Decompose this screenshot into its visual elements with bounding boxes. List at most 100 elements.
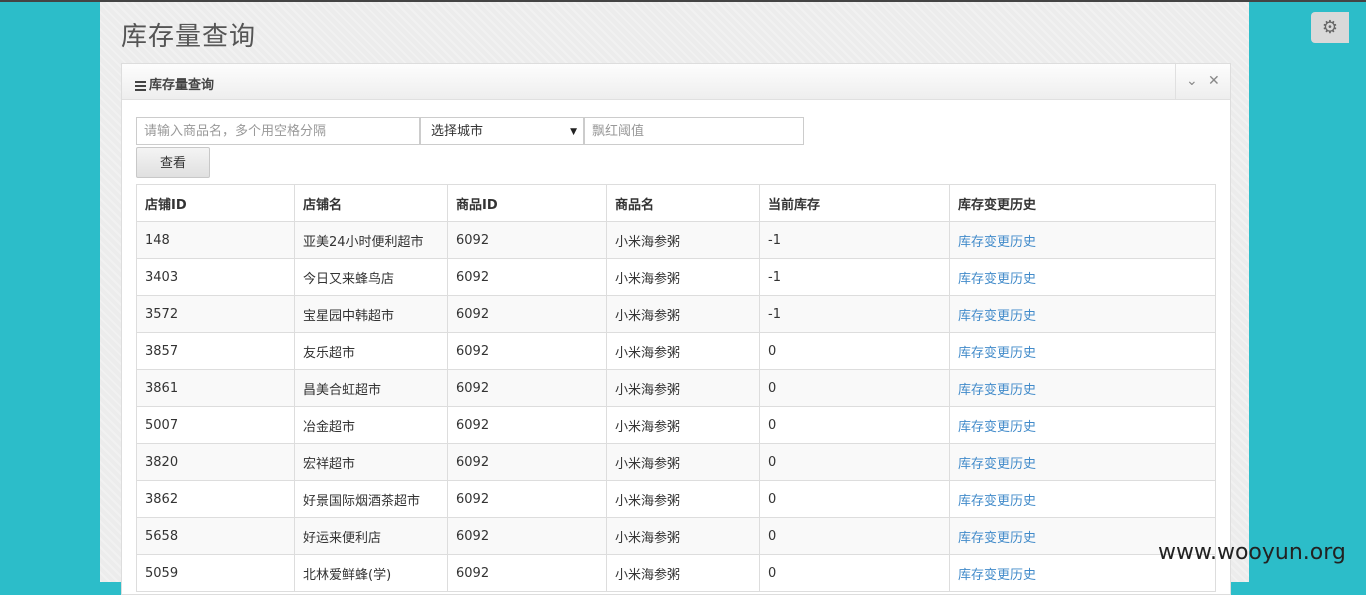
history-link[interactable]: 库存变更历史	[958, 457, 1036, 472]
table-cell: 北林爱鲜蜂(学)	[294, 554, 448, 592]
table-cell: 0	[759, 554, 950, 592]
table-cell: 昌美合虹超市	[294, 369, 448, 407]
inventory-table: 店铺ID 店铺名 商品ID 商品名 当前库存 库存变更历史 148 亚美24小时便利超市 60…	[136, 184, 1216, 592]
inventory-panel: 库存量查询 ⌄ ✕ 请输入商品名，多个用空格分隔 选择城市 ▼ 飘红阈值 查看 …	[121, 63, 1231, 595]
table-cell: 小米海参粥	[606, 295, 760, 333]
history-link[interactable]: 库存变更历史	[958, 383, 1036, 398]
table-cell: 小米海参粥	[606, 406, 760, 444]
panel-title-wrap: 库存量查询	[135, 74, 214, 93]
table-cell: 好运来便利店	[294, 517, 448, 555]
table-cell: 小米海参粥	[606, 369, 760, 407]
table-row: 3403 今日又来蜂鸟店 6092 小米海参粥 -1 库存变更历史	[136, 258, 1216, 296]
table-cell: 0	[759, 406, 950, 444]
gears-icon[interactable]: ⚙	[1311, 12, 1349, 43]
table-cell: 5658	[136, 517, 295, 555]
column-header: 商品ID	[447, 184, 607, 222]
table-cell: 6092	[447, 295, 607, 333]
history-link[interactable]: 库存变更历史	[958, 272, 1036, 287]
table-cell: 0	[759, 517, 950, 555]
history-link[interactable]: 库存变更历史	[958, 346, 1036, 361]
table-cell: 0	[759, 443, 950, 481]
table-cell: 6092	[447, 369, 607, 407]
table-row: 3857 友乐超市 6092 小米海参粥 0 库存变更历史	[136, 332, 1216, 370]
threshold-input[interactable]: 飘红阈值	[584, 117, 804, 145]
table-cell: 148	[136, 221, 295, 259]
page-title: 库存量查询	[121, 22, 257, 52]
menu-icon	[135, 79, 146, 93]
city-select[interactable]: 选择城市 ▼	[420, 117, 584, 145]
table-cell: 今日又来蜂鸟店	[294, 258, 448, 296]
table-cell: 3820	[136, 443, 295, 481]
table-row: 3820 宏祥超市 6092 小米海参粥 0 库存变更历史	[136, 443, 1216, 481]
close-icon[interactable]: ✕	[1208, 74, 1220, 88]
table-cell: 小米海参粥	[606, 221, 760, 259]
history-cell: 库存变更历史	[949, 295, 1216, 333]
table-cell: 3861	[136, 369, 295, 407]
table-cell: 小米海参粥	[606, 554, 760, 592]
city-select-value: 选择城市	[431, 124, 484, 139]
panel-header: 库存量查询 ⌄ ✕	[122, 64, 1230, 100]
table-cell: -1	[759, 258, 950, 296]
table-cell: 6092	[447, 221, 607, 259]
history-cell: 库存变更历史	[949, 221, 1216, 259]
table-cell: 宏祥超市	[294, 443, 448, 481]
table-cell: 冶金超市	[294, 406, 448, 444]
column-header: 店铺名	[294, 184, 448, 222]
table-cell: 0	[759, 369, 950, 407]
table-cell: 小米海参粥	[606, 443, 760, 481]
caret-down-icon: ▼	[570, 127, 577, 137]
table-cell: 小米海参粥	[606, 480, 760, 518]
table-cell: 6092	[447, 480, 607, 518]
history-cell: 库存变更历史	[949, 332, 1216, 370]
page-content: 库存量查询 库存量查询 ⌄ ✕ 请输入商品名，多个用空格分隔 选择城市 ▼ 飘红…	[100, 2, 1249, 595]
table-cell: 宝星园中韩超市	[294, 295, 448, 333]
history-link[interactable]: 库存变更历史	[958, 309, 1036, 324]
history-cell: 库存变更历史	[949, 480, 1216, 518]
table-cell: 6092	[447, 443, 607, 481]
history-link[interactable]: 库存变更历史	[958, 420, 1036, 435]
table-cell: 3403	[136, 258, 295, 296]
table-cell: 5059	[136, 554, 295, 592]
table-cell: 6092	[447, 406, 607, 444]
table-cell: 6092	[447, 517, 607, 555]
table-cell: 6092	[447, 554, 607, 592]
history-link[interactable]: 库存变更历史	[958, 568, 1036, 583]
view-button[interactable]: 查看	[136, 147, 210, 178]
panel-tools: ⌄ ✕	[1175, 64, 1230, 99]
table-row: 5007 冶金超市 6092 小米海参粥 0 库存变更历史	[136, 406, 1216, 444]
table-row: 5658 好运来便利店 6092 小米海参粥 0 库存变更历史	[136, 517, 1216, 555]
table-row: 3862 好景国际烟酒茶超市 6092 小米海参粥 0 库存变更历史	[136, 480, 1216, 518]
table-cell: 亚美24小时便利超市	[294, 221, 448, 259]
history-cell: 库存变更历史	[949, 406, 1216, 444]
table-cell: 0	[759, 332, 950, 370]
table-cell: 6092	[447, 332, 607, 370]
history-cell: 库存变更历史	[949, 369, 1216, 407]
panel-title: 库存量查询	[149, 78, 215, 93]
table-cell: 小米海参粥	[606, 517, 760, 555]
table-cell: 3572	[136, 295, 295, 333]
table-row: 3572 宝星园中韩超市 6092 小米海参粥 -1 库存变更历史	[136, 295, 1216, 333]
table-cell: 3857	[136, 332, 295, 370]
chevron-down-icon[interactable]: ⌄	[1186, 74, 1198, 88]
history-link[interactable]: 库存变更历史	[958, 531, 1036, 546]
table-cell: 小米海参粥	[606, 258, 760, 296]
history-cell: 库存变更历史	[949, 443, 1216, 481]
table-cell: 好景国际烟酒茶超市	[294, 480, 448, 518]
product-name-input[interactable]: 请输入商品名，多个用空格分隔	[136, 117, 420, 145]
column-header: 商品名	[606, 184, 760, 222]
table-cell: -1	[759, 221, 950, 259]
watermark: www.wooyun.org	[1158, 540, 1346, 565]
table-cell: -1	[759, 295, 950, 333]
table-header-row: 店铺ID 店铺名 商品ID 商品名 当前库存 库存变更历史	[136, 184, 1216, 222]
history-link[interactable]: 库存变更历史	[958, 235, 1036, 250]
table-cell: 3862	[136, 480, 295, 518]
table-cell: 0	[759, 480, 950, 518]
table-cell: 5007	[136, 406, 295, 444]
history-cell: 库存变更历史	[949, 258, 1216, 296]
column-header: 店铺ID	[136, 184, 295, 222]
table-cell: 6092	[447, 258, 607, 296]
history-link[interactable]: 库存变更历史	[958, 494, 1036, 509]
column-header: 当前库存	[759, 184, 950, 222]
table-row: 5059 北林爱鲜蜂(学) 6092 小米海参粥 0 库存变更历史	[136, 554, 1216, 592]
table-cell: 友乐超市	[294, 332, 448, 370]
